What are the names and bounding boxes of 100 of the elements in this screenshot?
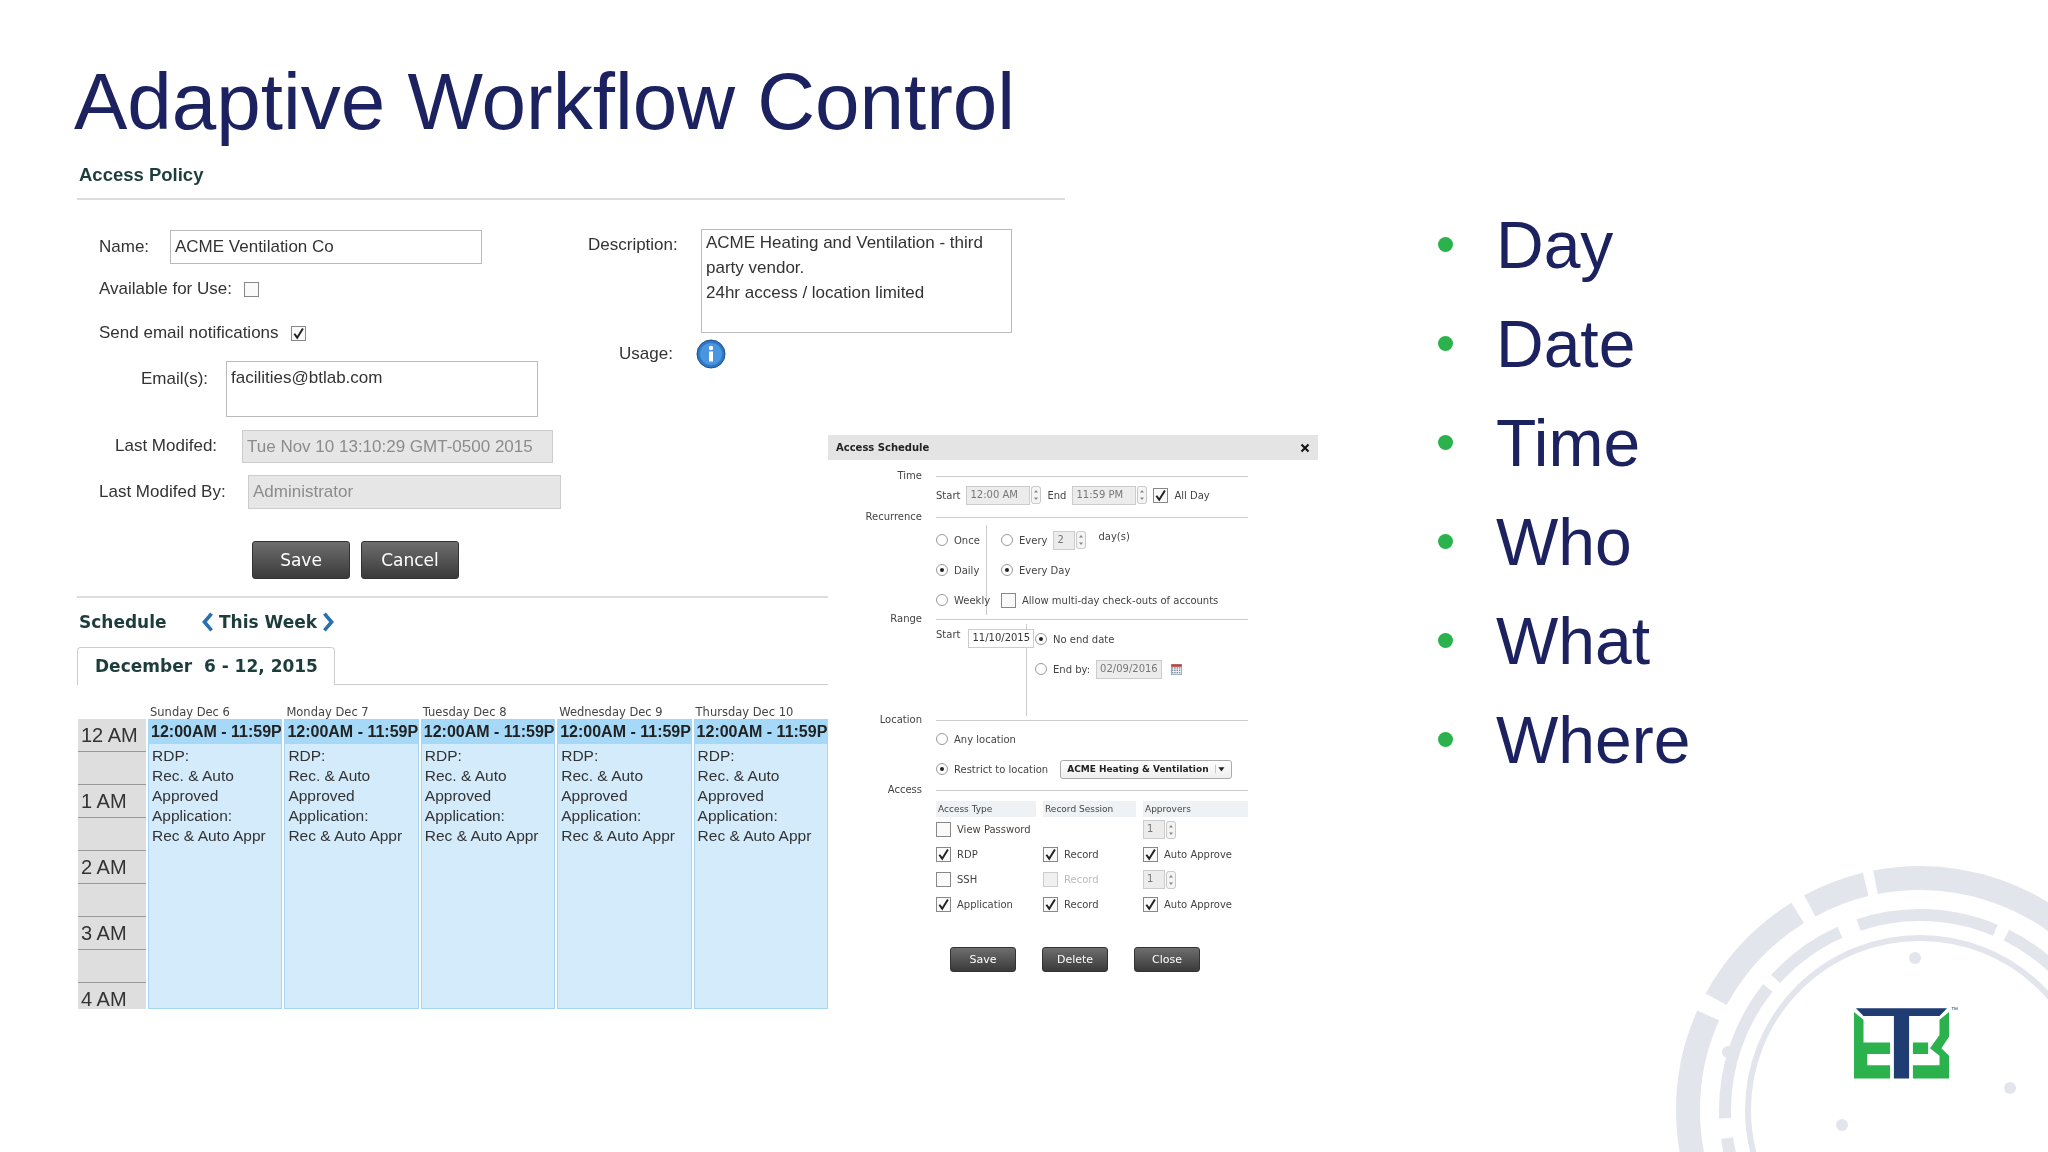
week-label[interactable]: This Week [219, 612, 318, 632]
checkbox-label: Record [1064, 849, 1099, 860]
bullet-dot [1438, 534, 1453, 549]
week-tab[interactable]: December 6 - 12, 2015 [77, 647, 335, 685]
option-label: Any location [954, 733, 1016, 745]
column-header: Record Session [1043, 801, 1136, 817]
action-button[interactable]: Close [1134, 947, 1200, 972]
radio-button[interactable] [1035, 633, 1047, 645]
field-label: Start [936, 629, 961, 640]
checkbox[interactable] [1143, 847, 1158, 862]
action-button[interactable]: Save [950, 947, 1016, 972]
checkbox[interactable] [936, 822, 951, 837]
option-label: Once [954, 534, 980, 546]
hour-label: 4 AM [78, 983, 146, 1009]
radio-button[interactable] [1001, 534, 1013, 546]
logo-icon [1854, 1006, 1949, 1079]
field-label: Last Modifed: [115, 436, 219, 456]
event-time: 12:00AM - 11:59P [558, 720, 691, 744]
text-field: Tue Nov 10 13:10:29 GMT-0500 2015 [242, 429, 553, 463]
option-label: No end date [1053, 633, 1115, 645]
action-button[interactable]: Cancel [361, 541, 459, 579]
spinner-field[interactable]: 1 [1143, 820, 1165, 839]
action-button[interactable]: Save [252, 541, 350, 579]
radio-button[interactable] [1001, 564, 1013, 576]
day-header: Tuesday Dec 8 [421, 705, 508, 719]
description-field[interactable]: ACME Heating and Ventilation - third party vendor. 24hr access / location limited [701, 229, 1012, 333]
action-button[interactable]: Delete [1042, 947, 1108, 972]
checkbox-label: Application [957, 899, 1013, 910]
checkbox-label: Send email notifications [99, 323, 279, 343]
bullet-text: Time [1496, 404, 1641, 481]
event-text: RDP: Rec. & Auto Approved Application: Rec & Auto Appr [696, 746, 813, 846]
event-text: RDP: Rec. & Auto Approved Application: Rec & Auto Appr [287, 746, 404, 846]
previous-week-icon [202, 612, 214, 632]
radio-button[interactable] [1035, 663, 1047, 675]
event-text: RDP: Rec. & Auto Approved Application: Rec & Auto Appr [151, 746, 267, 846]
checkbox[interactable] [936, 897, 951, 912]
location-dropdown[interactable]: ACME Heating & Ventilation [1060, 759, 1232, 779]
checkbox[interactable] [243, 281, 259, 297]
checkbox[interactable] [290, 325, 306, 341]
spinner-arrows-icon [1166, 820, 1176, 839]
field-label: Last Modifed By: [99, 482, 227, 502]
spinner-arrows-icon [1031, 486, 1042, 504]
caret-icon [1214, 764, 1227, 774]
spinner-field[interactable]: 12:00 AM [966, 485, 1031, 505]
option-label: Restrict to location [954, 763, 1049, 775]
next-week-icon [322, 612, 335, 632]
section-heading: Access Policy [77, 160, 1065, 200]
spinner-field[interactable]: 1 [1143, 870, 1165, 889]
date-field[interactable]: 11/10/2015 [968, 629, 1035, 648]
event-text: RDP: Rec. & Auto Approved Application: Rec & Auto Appr [560, 746, 676, 846]
section-heading: Schedule [79, 612, 168, 632]
checkbox-label: Record [1064, 899, 1099, 910]
radio-button[interactable] [936, 594, 948, 606]
calendar-icon [1171, 663, 1183, 675]
checkbox-label: View Password [957, 824, 1031, 835]
checkbox[interactable] [936, 847, 951, 862]
day-header: Sunday Dec 6 [149, 705, 231, 719]
name-field[interactable]: ACME Ventilation Co [170, 230, 482, 264]
radio-button[interactable] [936, 564, 948, 576]
day-header: Monday Dec 7 [285, 705, 370, 719]
dialog-title: Access Schedule [836, 442, 930, 453]
bullet-dot [1438, 732, 1453, 747]
text-field: Administrator [248, 475, 561, 509]
checkbox[interactable] [936, 872, 951, 887]
option-label: End by: [1053, 663, 1091, 675]
hour-label: 3 AM [78, 917, 146, 950]
event-block[interactable]: 12:00AM - 11:59P RDP: Rec. & Auto Approved Application: Rec & Auto Appr [693, 719, 828, 1009]
option-label: Weekly [954, 594, 991, 606]
checkbox-label: Auto Approve [1164, 899, 1232, 910]
option-label: Every [1019, 534, 1048, 546]
email-field[interactable]: facilities@btlab.com [226, 361, 538, 417]
event-time: 12:00AM - 11:59P [421, 720, 555, 744]
bullet-text: Date [1496, 305, 1636, 382]
close-icon[interactable] [1300, 442, 1310, 453]
hour-label: 1 AM [78, 785, 146, 818]
spinner-field[interactable]: 11:59 PM [1072, 485, 1137, 505]
field-label: Name: [99, 237, 151, 257]
checkbox[interactable] [1153, 487, 1169, 503]
event-text: RDP: Rec. & Auto Approved Application: Rec & Auto Appr [423, 746, 540, 846]
spinner-field[interactable]: 2 [1053, 530, 1076, 550]
checkbox[interactable] [1143, 897, 1158, 912]
checkbox-label: Allow multi-day check-outs of accounts [1022, 594, 1219, 606]
radio-button[interactable] [936, 534, 948, 546]
event-time: 12:00AM - 11:59P [694, 720, 827, 744]
slide-title: Adaptive Workflow Control [74, 56, 1016, 148]
event-block[interactable]: 12:00AM - 11:59P RDP: Rec. & Auto Approved Application: Rec & Auto Appr [420, 719, 556, 1009]
checkbox-label: Record [1064, 874, 1099, 885]
bullet-text: Where [1496, 701, 1691, 778]
event-block[interactable]: 12:00AM - 11:59P RDP: Rec. & Auto Approved Application: Rec & Auto Appr [557, 719, 692, 1009]
event-block[interactable]: 12:00AM - 11:59P RDP: Rec. & Auto Approved Application: Rec & Auto Appr [148, 719, 283, 1009]
checkbox[interactable] [1043, 897, 1058, 912]
radio-button[interactable] [936, 733, 948, 745]
radio-button[interactable] [936, 763, 948, 775]
hour-label: 2 AM [78, 851, 146, 884]
date-field: 02/09/2016 [1096, 659, 1163, 679]
checkbox[interactable] [1001, 592, 1016, 608]
event-block[interactable]: 12:00AM - 11:59P RDP: Rec. & Auto Approved Application: Rec & Auto Appr [284, 719, 419, 1009]
bullet-dot [1438, 633, 1453, 648]
day-header: Wednesday Dec 9 [558, 705, 664, 719]
checkbox[interactable] [1043, 847, 1058, 862]
